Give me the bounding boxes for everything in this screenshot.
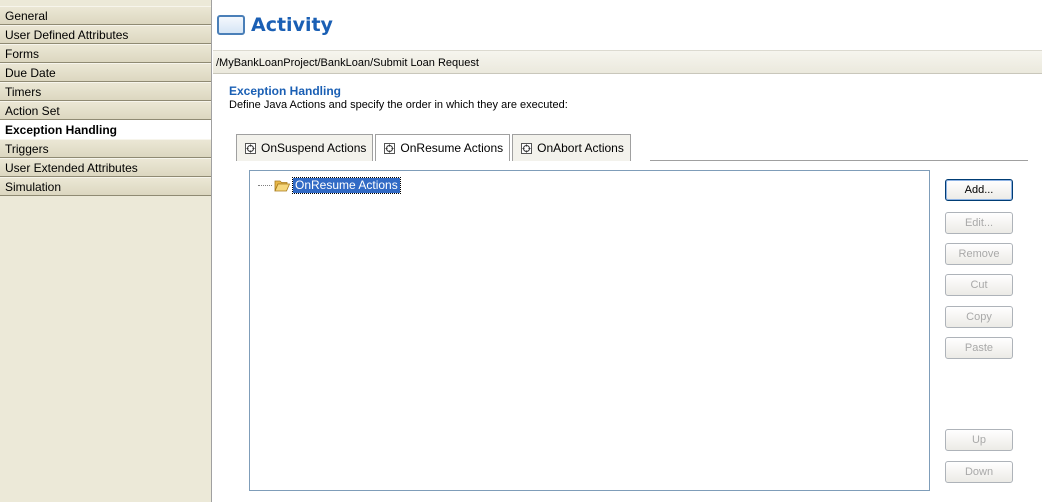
sidebar-item-forms[interactable]: Forms	[0, 44, 211, 63]
title-row: Activity	[217, 10, 333, 40]
properties-sidebar: General User Defined Attributes Forms Du…	[0, 0, 212, 502]
tab-onabort-actions[interactable]: OnAbort Actions	[512, 134, 631, 161]
tab-label: OnAbort Actions	[537, 141, 624, 155]
tree-node-label: OnResume Actions	[292, 176, 401, 194]
remove-button[interactable]: Remove	[945, 243, 1013, 265]
paste-button[interactable]: Paste	[945, 337, 1013, 359]
copy-button[interactable]: Copy	[945, 306, 1013, 328]
tab-onresume-actions[interactable]: OnResume Actions	[375, 134, 511, 161]
section-title: Exception Handling	[229, 84, 342, 98]
sidebar-item-due-date[interactable]: Due Date	[0, 63, 211, 82]
up-button[interactable]: Up	[945, 429, 1013, 451]
tab-label: OnSuspend Actions	[261, 141, 367, 155]
open-folder-icon	[274, 180, 290, 191]
sidebar-item-timers[interactable]: Timers	[0, 82, 211, 101]
down-button[interactable]: Down	[945, 461, 1013, 483]
actions-tree[interactable]: OnResume Actions	[249, 170, 930, 491]
tab-bar-divider	[650, 160, 1028, 161]
tree-connector	[258, 184, 272, 186]
edit-button[interactable]: Edit...	[945, 212, 1013, 234]
sidebar-item-exception-handling[interactable]: Exception Handling	[0, 120, 211, 139]
sidebar-item-action-set[interactable]: Action Set	[0, 101, 211, 120]
page-header: Activity /MyBankLoanProject/BankLoan/Sub…	[213, 0, 1042, 82]
actions-tab-bar: OnSuspend Actions OnResume Actions OnAbo…	[236, 134, 633, 161]
tree-node-onresume-actions[interactable]: OnResume Actions	[258, 176, 401, 194]
action-set-icon	[245, 142, 256, 154]
breadcrumb: /MyBankLoanProject/BankLoan/Submit Loan …	[213, 50, 1042, 74]
sidebar-item-triggers[interactable]: Triggers	[0, 139, 211, 158]
page-title: Activity	[251, 14, 333, 36]
sidebar-item-user-extended-attributes[interactable]: User Extended Attributes	[0, 158, 211, 177]
tab-onsuspend-actions[interactable]: OnSuspend Actions	[236, 134, 374, 161]
add-button[interactable]: Add...	[945, 179, 1013, 201]
action-set-icon	[384, 142, 396, 154]
activity-icon	[217, 15, 245, 35]
sidebar-item-user-defined-attributes[interactable]: User Defined Attributes	[0, 25, 211, 44]
action-set-icon	[521, 142, 533, 154]
section-description: Define Java Actions and specify the orde…	[229, 99, 568, 111]
activity-properties-view: General User Defined Attributes Forms Du…	[0, 0, 1042, 502]
cut-button[interactable]: Cut	[945, 274, 1013, 296]
tab-label: OnResume Actions	[400, 141, 504, 155]
sidebar-item-general[interactable]: General	[0, 6, 211, 25]
sidebar-item-simulation[interactable]: Simulation	[0, 177, 211, 196]
